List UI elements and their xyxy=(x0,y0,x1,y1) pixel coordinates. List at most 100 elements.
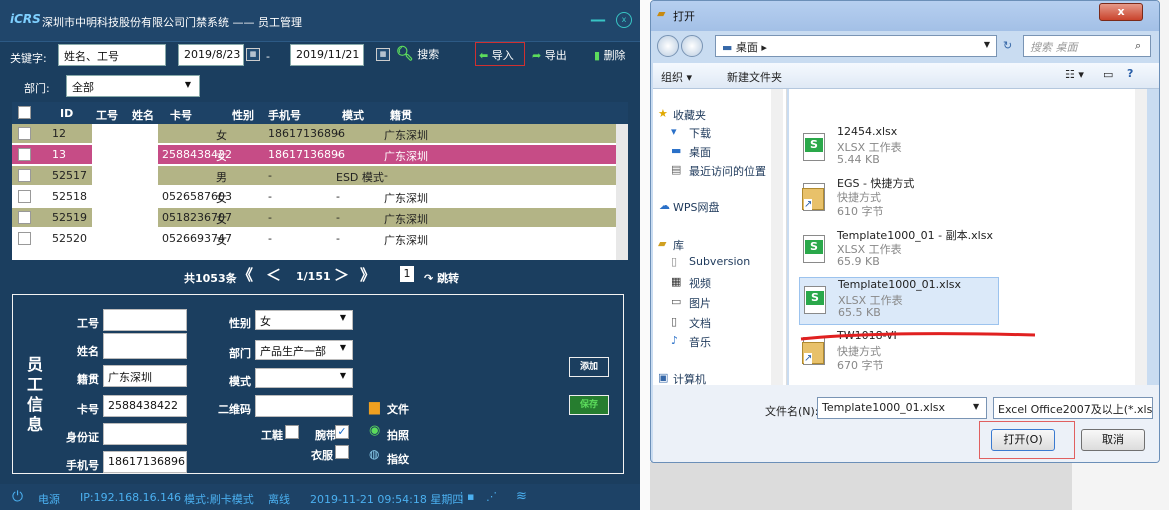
col-name[interactable]: 姓名 xyxy=(132,107,154,123)
delete-button[interactable]: ▮ 删除 xyxy=(594,47,626,63)
datetime-status: 2019-11-21 09:54:18 星期四 xyxy=(310,493,464,506)
col-origin[interactable]: 籍贯 xyxy=(390,107,412,123)
nav-recent[interactable]: 最近访问的位置 xyxy=(689,163,766,179)
row-checkbox[interactable] xyxy=(18,190,31,203)
card-input[interactable]: 2588438422 xyxy=(103,395,187,417)
cell-gender: 女 xyxy=(216,129,227,142)
refresh-icon[interactable]: ↻ xyxy=(1003,39,1012,52)
table-scrollbar[interactable] xyxy=(616,124,628,260)
filename-input[interactable]: Template1000_01.xlsx xyxy=(817,397,987,419)
cancel-button[interactable]: 取消 xyxy=(1081,429,1145,451)
select-all-checkbox[interactable] xyxy=(18,106,31,119)
organize-button[interactable]: 组织 ▾ xyxy=(661,69,692,85)
nav-pictures[interactable]: 图片 xyxy=(689,295,711,311)
keyword-input[interactable]: 姓名、工号 xyxy=(58,44,166,66)
nav-wps-drive[interactable]: WPS网盘 xyxy=(673,199,720,215)
file-item[interactable]: S Template1000_01 - 副本.xlsx XLSX 工作表 65.9 K… xyxy=(799,227,999,275)
row-checkbox[interactable] xyxy=(18,148,31,161)
open-button[interactable]: 打开(O) xyxy=(991,429,1055,451)
nav-subversion[interactable]: Subversion xyxy=(689,255,750,268)
forward-button[interactable] xyxy=(681,35,703,57)
folder-icon: ▰ xyxy=(657,7,666,20)
cell-mode: - xyxy=(336,190,340,203)
mode-select[interactable]: ▼ xyxy=(255,368,353,388)
power-icon[interactable]: ⏻ xyxy=(12,489,23,505)
cell-phone: - xyxy=(268,211,272,224)
file-item[interactable]: ↗ EGS - 快捷方式 快捷方式 610 字节 xyxy=(799,175,999,223)
nav-desktop[interactable]: 桌面 xyxy=(689,144,711,160)
minimize-button[interactable]: — xyxy=(590,10,606,30)
add-button[interactable]: 添加 xyxy=(569,357,609,377)
id-card-input[interactable] xyxy=(103,423,187,445)
shortcut-icon: ↗ xyxy=(802,183,825,211)
goto-button[interactable]: ↷ 跳转 xyxy=(424,270,459,286)
gender-select[interactable]: 女 ▼ xyxy=(255,310,353,330)
search-input[interactable]: 搜索 桌面 xyxy=(1023,35,1151,57)
origin-input[interactable]: 广东深圳 xyxy=(103,365,187,387)
row-checkbox[interactable] xyxy=(18,232,31,245)
calendar-icon[interactable]: ▦ xyxy=(246,48,260,61)
dept-select[interactable]: 全部 ▼ xyxy=(66,75,200,97)
goto-page-input[interactable]: 1 xyxy=(400,266,414,282)
first-page-icon[interactable]: 《 xyxy=(238,264,253,285)
phone-input[interactable]: 18617136896 xyxy=(103,451,187,473)
row-checkbox[interactable] xyxy=(18,127,31,140)
file-item[interactable]: S Template1000_01.xlsx XLSX 工作表 65.5 KB xyxy=(799,277,999,325)
nav-music[interactable]: 音乐 xyxy=(689,334,711,350)
preview-pane-icon[interactable]: ▭ xyxy=(1103,68,1113,81)
col-mode[interactable]: 模式 xyxy=(342,107,364,123)
date-to-input[interactable]: 2019/11/21 xyxy=(290,44,364,66)
dialog-close-button[interactable]: x xyxy=(1099,3,1143,21)
col-phone[interactable]: 手机号 xyxy=(268,107,301,123)
last-page-icon[interactable]: 》 xyxy=(360,264,375,285)
file-button[interactable]: 文件 xyxy=(387,401,409,417)
shoes-checkbox[interactable] xyxy=(285,425,299,439)
back-button[interactable] xyxy=(657,35,679,57)
dept-select[interactable]: 产品生产一部 ▼ xyxy=(255,340,353,360)
nav-videos[interactable]: 视频 xyxy=(689,275,711,291)
staff-no-input[interactable] xyxy=(103,309,187,331)
chevron-down-icon[interactable]: ▼ xyxy=(973,402,979,411)
col-id[interactable]: ID xyxy=(60,107,73,120)
nav-library[interactable]: 库 xyxy=(673,237,684,253)
nav-documents[interactable]: 文档 xyxy=(689,315,711,331)
save-button[interactable]: 保存 xyxy=(569,395,609,415)
search-button[interactable]: 🔍︎ 搜索 xyxy=(396,46,439,62)
view-icon[interactable]: ☷ ▾ xyxy=(1065,68,1084,81)
address-value: 桌面 xyxy=(735,41,758,54)
close-button[interactable]: x xyxy=(616,12,632,28)
qrcode-input[interactable] xyxy=(255,395,353,417)
app-logo: iCRS xyxy=(10,12,41,26)
dialog-toolbar: 组织 ▾ 新建文件夹 ☷ ▾ ▭ ? xyxy=(653,63,1159,89)
new-folder-button[interactable]: 新建文件夹 xyxy=(727,69,782,85)
name-input[interactable] xyxy=(103,333,187,359)
files-scrollbar[interactable] xyxy=(1135,89,1147,385)
next-page-icon[interactable]: ＞ xyxy=(334,264,349,285)
page-indicator: 1/151 xyxy=(296,270,331,283)
cell-origin: 广东深圳 xyxy=(384,213,428,226)
file-item[interactable]: S 12454.xlsx XLSX 工作表 5.44 KB xyxy=(799,125,999,173)
clothes-checkbox[interactable] xyxy=(335,445,349,459)
prev-page-icon[interactable]: ＜ xyxy=(266,264,281,285)
signal-icon: ⋰ xyxy=(486,490,497,503)
date-from-input[interactable]: 2019/8/23 xyxy=(178,44,244,66)
row-checkbox[interactable] xyxy=(18,169,31,182)
wristband-checkbox[interactable]: ✓ xyxy=(335,425,349,439)
col-gender[interactable]: 性别 xyxy=(232,107,254,123)
calendar-icon[interactable]: ▦ xyxy=(376,48,390,61)
help-icon[interactable]: ? xyxy=(1127,67,1133,80)
row-checkbox[interactable] xyxy=(18,211,31,224)
nav-downloads[interactable]: 下载 xyxy=(689,125,711,141)
nav-scrollbar[interactable] xyxy=(771,89,783,385)
file-type-select[interactable]: Excel Office2007及以上(*.xlsx xyxy=(993,397,1153,419)
address-bar[interactable]: ▬ 桌面 ▸ ▼ xyxy=(715,35,997,57)
import-button[interactable]: ⬅ 导入 xyxy=(475,42,525,66)
col-card[interactable]: 卡号 xyxy=(170,107,192,123)
nav-favorites[interactable]: 收藏夹 xyxy=(673,107,706,123)
fingerprint-button[interactable]: 指纹 xyxy=(387,451,409,467)
col-staff-no[interactable]: 工号 xyxy=(96,107,118,123)
export-button[interactable]: ➦ 导出 xyxy=(532,47,567,63)
file-name: 12454.xlsx xyxy=(837,125,898,138)
chevron-down-icon[interactable]: ▼ xyxy=(984,40,990,49)
photo-button[interactable]: 拍照 xyxy=(387,427,409,443)
